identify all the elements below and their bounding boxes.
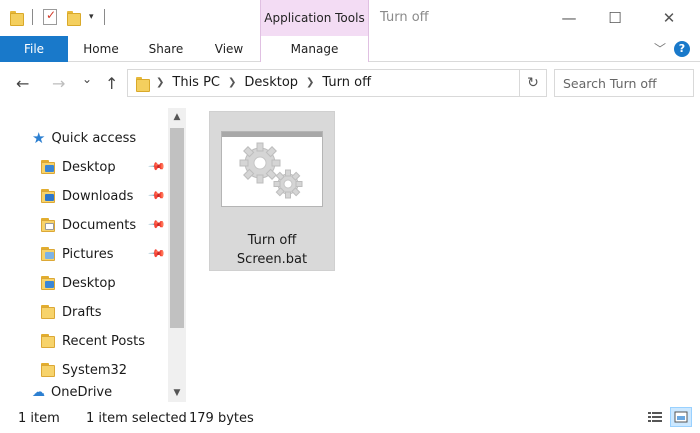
customize-toolbar-icon[interactable]: ▾	[89, 12, 94, 22]
sidebar-item-desktop[interactable]: Desktop 📌	[40, 153, 188, 181]
pin-icon[interactable]: 📌	[147, 186, 166, 205]
chevron-right-icon[interactable]: ❯	[228, 77, 236, 88]
ribbon-controls: ﹀ ?	[654, 40, 690, 57]
navigation-pane-scrollbar[interactable]: ▲ ▼	[168, 108, 186, 402]
folder-icon	[10, 10, 24, 26]
details-view-button[interactable]	[644, 407, 666, 427]
address-bar[interactable]: ❯ This PC ❯ Desktop ❯ Turn off	[127, 69, 547, 97]
sidebar-item-desktop-2[interactable]: Desktop	[40, 269, 188, 297]
maximize-icon: ☐	[608, 9, 622, 27]
search-input[interactable]	[555, 70, 693, 96]
ribbon-tabs: File Home Share View Manage ﹀ ?	[0, 36, 700, 63]
pin-icon[interactable]: 📌	[147, 215, 166, 234]
minimize-button[interactable]: —	[546, 4, 592, 32]
file-name-line: Turn off	[247, 233, 297, 248]
sidebar-item-label: OneDrive	[51, 385, 113, 400]
recent-locations-icon[interactable]: ⌄	[82, 72, 92, 86]
sidebar-item-onedrive[interactable]: ☁ OneDrive	[32, 385, 188, 401]
back-arrow-icon[interactable]: ←	[16, 74, 29, 93]
refresh-icon: ↻	[527, 75, 539, 91]
divider	[103, 9, 105, 25]
tab-share[interactable]: Share	[136, 36, 196, 62]
close-button[interactable]: ✕	[646, 4, 692, 32]
tab-file[interactable]: File	[0, 36, 68, 62]
close-icon: ✕	[662, 9, 676, 27]
selection-count: 1 item selected	[86, 411, 187, 426]
navigation-pane: ★ Quick access Desktop 📌 Downloads 📌 Doc…	[0, 106, 188, 402]
breadcrumb-desktop[interactable]: Desktop	[244, 75, 298, 90]
breadcrumb-this-pc[interactable]: This PC	[172, 75, 220, 90]
large-icons-view-button[interactable]	[670, 407, 692, 427]
divider	[32, 9, 33, 25]
desktop-folder-icon	[40, 159, 56, 175]
sidebar-item-label: Desktop	[62, 159, 116, 175]
sidebar-item-downloads[interactable]: Downloads 📌	[40, 182, 188, 210]
scrollbar-thumb[interactable]	[170, 128, 184, 328]
folder-icon	[40, 333, 56, 349]
sidebar-item-drafts[interactable]: Drafts	[40, 298, 188, 326]
quick-access-toolbar: ▾	[10, 8, 105, 26]
pin-icon[interactable]: 📌	[147, 157, 166, 176]
sidebar-item-quick-access[interactable]: ★ Quick access	[32, 124, 188, 152]
pictures-folder-icon	[40, 246, 56, 262]
folder-icon	[40, 362, 56, 378]
breadcrumb: ❯ This PC ❯ Desktop ❯ Turn off	[136, 75, 371, 92]
sidebar-item-label: Desktop	[62, 275, 116, 291]
tab-view[interactable]: View	[204, 36, 254, 62]
window-title: Turn off	[380, 10, 429, 25]
sidebar-item-label: Quick access	[51, 130, 137, 146]
cloud-icon: ☁	[32, 385, 45, 400]
file-item-label: Turn off Screen.bat	[209, 231, 335, 269]
downloads-folder-icon	[40, 188, 56, 204]
pin-icon[interactable]: 📌	[147, 244, 166, 263]
sidebar-item-label: Downloads	[62, 188, 134, 204]
sidebar-item-label: Pictures	[62, 246, 114, 262]
up-arrow-icon[interactable]: ↑	[105, 74, 118, 93]
chevron-right-icon[interactable]: ❯	[156, 77, 164, 88]
folder-icon	[40, 304, 56, 320]
sidebar-item-system32[interactable]: System32	[40, 356, 188, 384]
sidebar-item-label: Drafts	[62, 304, 102, 320]
desktop-folder-icon	[40, 275, 56, 291]
documents-folder-icon	[40, 217, 56, 233]
expand-ribbon-icon[interactable]: ﹀	[654, 40, 666, 57]
chevron-right-icon[interactable]: ❯	[306, 77, 314, 88]
sidebar-item-label: Documents	[62, 217, 137, 233]
forward-arrow-icon[interactable]: →	[52, 74, 65, 93]
status-bar: 1 item 1 item selected 179 bytes	[0, 404, 700, 433]
new-folder-icon[interactable]	[67, 10, 81, 26]
scroll-up-icon[interactable]: ▲	[168, 108, 186, 126]
sidebar-item-label: Recent Posts	[62, 333, 146, 349]
scroll-down-icon[interactable]: ▼	[168, 384, 186, 402]
tab-manage[interactable]: Manage	[260, 36, 369, 63]
batch-file-icon	[221, 131, 323, 207]
details-view-icon	[648, 412, 662, 422]
minimize-icon: —	[561, 9, 577, 27]
selection-size: 179 bytes	[189, 411, 254, 426]
tab-home[interactable]: Home	[72, 36, 130, 62]
context-tab-application-tools: Application Tools	[260, 0, 369, 36]
search-box[interactable]	[554, 69, 694, 97]
help-icon[interactable]: ?	[674, 40, 690, 57]
star-icon: ★	[32, 129, 46, 147]
refresh-button[interactable]: ↻	[519, 70, 546, 96]
sidebar-item-label: System32	[62, 362, 128, 378]
sidebar-item-recent-posts[interactable]: Recent Posts	[40, 327, 188, 355]
maximize-button[interactable]: ☐	[592, 4, 638, 32]
sidebar-item-pictures[interactable]: Pictures 📌	[40, 240, 188, 268]
file-name-line: Screen.bat	[236, 252, 308, 267]
properties-icon[interactable]	[43, 8, 57, 25]
large-icons-view-icon	[674, 411, 688, 423]
item-count: 1 item	[18, 411, 60, 426]
title-bar: ▾ Application Tools Turn off — ☐ ✕	[0, 0, 700, 36]
breadcrumb-turn-off[interactable]: Turn off	[322, 75, 371, 90]
sidebar-item-documents[interactable]: Documents 📌	[40, 211, 188, 239]
folder-icon	[136, 76, 150, 92]
